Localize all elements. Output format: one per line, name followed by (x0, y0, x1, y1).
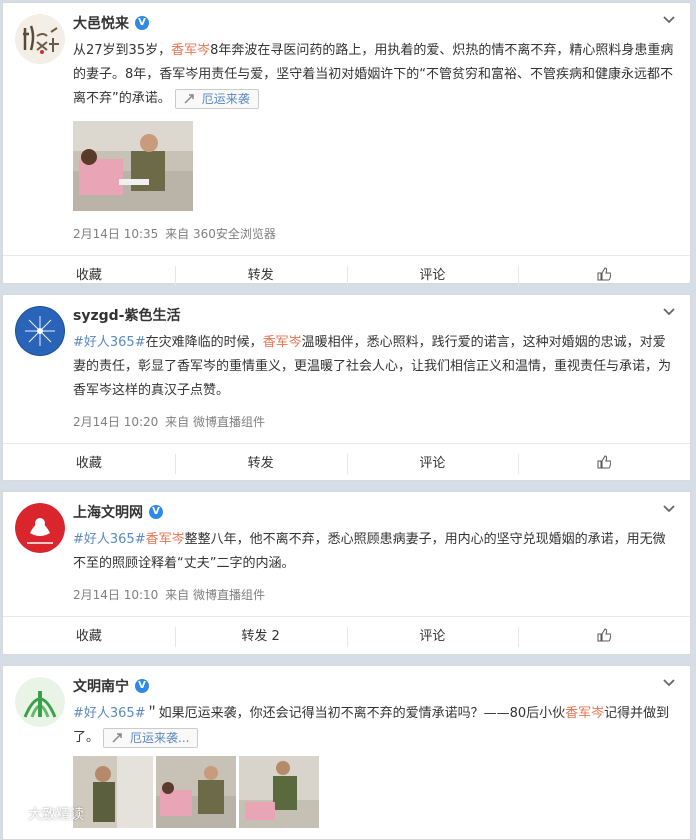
favorite-button[interactable]: 收藏 (3, 454, 175, 474)
mention-link[interactable]: 香军岑 (565, 706, 604, 721)
post-time[interactable]: 2月14日 10:20 (73, 415, 158, 429)
like-button[interactable] (518, 265, 690, 286)
hashtag-link[interactable]: #好人365# (73, 335, 146, 350)
action-bar: 收藏 转发 2 评论 (3, 616, 690, 656)
post-source[interactable]: 来自 微博直播组件 (165, 415, 265, 429)
post-time[interactable]: 2月14日 10:35 (73, 227, 158, 241)
topic-link[interactable]: 厄运来袭 (174, 88, 259, 109)
comment-button[interactable]: 评论 (346, 453, 519, 474)
thumbs-up-icon (597, 454, 612, 468)
post-text: #好人365#＂如果厄运来袭，你还会记得当初不离不弃的爱情承诺吗？——80后小伙… (73, 702, 674, 750)
link-icon (184, 93, 194, 104)
thumbs-up-icon (597, 627, 612, 641)
weibo-card: 上海文明网 V #好人365#香军岑整整八年，他不离不弃，悉心照顾患病妻子，用内… (2, 491, 691, 655)
post-image[interactable] (156, 756, 236, 828)
action-bar: 收藏 转发 评论 (3, 255, 690, 295)
repost-button[interactable]: 转发 2 (174, 626, 347, 647)
mention-link[interactable]: 香军岑 (146, 532, 185, 547)
mention-link[interactable]: 香军岑 (263, 335, 302, 350)
post-source[interactable]: 来自 微博直播组件 (165, 588, 265, 602)
comment-button[interactable]: 评论 (346, 626, 519, 647)
repost-button[interactable]: 转发 (174, 265, 347, 286)
weibo-card: 文明南宁 V #好人365#＂如果厄运来袭，你还会记得当初不离不弃的爱情承诺吗？… (2, 665, 691, 840)
post-meta: 2月14日 10:20 来自 微博直播组件 (73, 413, 674, 431)
comment-button[interactable]: 评论 (346, 265, 519, 286)
post-meta: 2月14日 10:35 来自 360安全浏览器 (73, 225, 674, 243)
post-meta: 2月14日 10:10 来自 微博直播组件 (73, 586, 674, 604)
post-image[interactable] (239, 756, 319, 828)
verified-v-icon[interactable]: V (135, 679, 149, 693)
verified-v-icon[interactable]: V (149, 505, 163, 519)
favorite-button[interactable]: 收藏 (3, 627, 175, 647)
user-name[interactable]: 文明南宁 (73, 676, 129, 696)
like-button[interactable] (518, 626, 690, 647)
post-text: #好人365#香军岑整整八年，他不离不弃，悉心照顾患病妻子，用内心的坚守兑现婚姻… (73, 532, 666, 571)
topic-link[interactable]: 厄运来袭... (103, 727, 199, 748)
user-name[interactable]: 上海文明网 (73, 502, 143, 522)
mention-link[interactable]: 香军岑 (171, 43, 210, 58)
weibo-logo-icon (7, 809, 23, 821)
weibo-card: 大邑悦来 V 从27岁到35岁，香军岑8年奔波在寻医问药的路上，用执着的爱、炽热… (2, 2, 691, 286)
watermark: 大致精读 (7, 804, 84, 824)
post-text: 从27岁到35岁，香军岑8年奔波在寻医问药的路上，用执着的爱、炽热的情不离不弃，… (73, 39, 674, 111)
post-image[interactable] (73, 756, 153, 828)
action-bar: 收藏 转发 评论 (3, 443, 690, 483)
like-button[interactable] (518, 453, 690, 474)
thumbs-up-icon (597, 266, 612, 280)
verified-v-icon[interactable]: V (135, 16, 149, 30)
user-name[interactable]: 大邑悦来 (73, 13, 129, 33)
link-icon (112, 732, 122, 743)
user-name[interactable]: syzgd-紫色生活 (73, 305, 180, 325)
hashtag-link[interactable]: #好人365# (73, 532, 146, 547)
post-text: #好人365#在灾难降临的时候，香军岑温暖相伴，悉心照料，践行爱的诺言，这种对婚… (73, 335, 672, 398)
post-image[interactable] (73, 121, 193, 211)
post-time[interactable]: 2月14日 10:10 (73, 588, 158, 602)
repost-button[interactable]: 转发 (174, 453, 347, 474)
hashtag-link[interactable]: #好人365# (73, 706, 146, 721)
favorite-button[interactable]: 收藏 (3, 266, 175, 286)
weibo-card: syzgd-紫色生活 #好人365#在灾难降临的时候，香军岑温暖相伴，悉心照料，… (2, 294, 691, 481)
post-source[interactable]: 来自 360安全浏览器 (165, 227, 276, 241)
